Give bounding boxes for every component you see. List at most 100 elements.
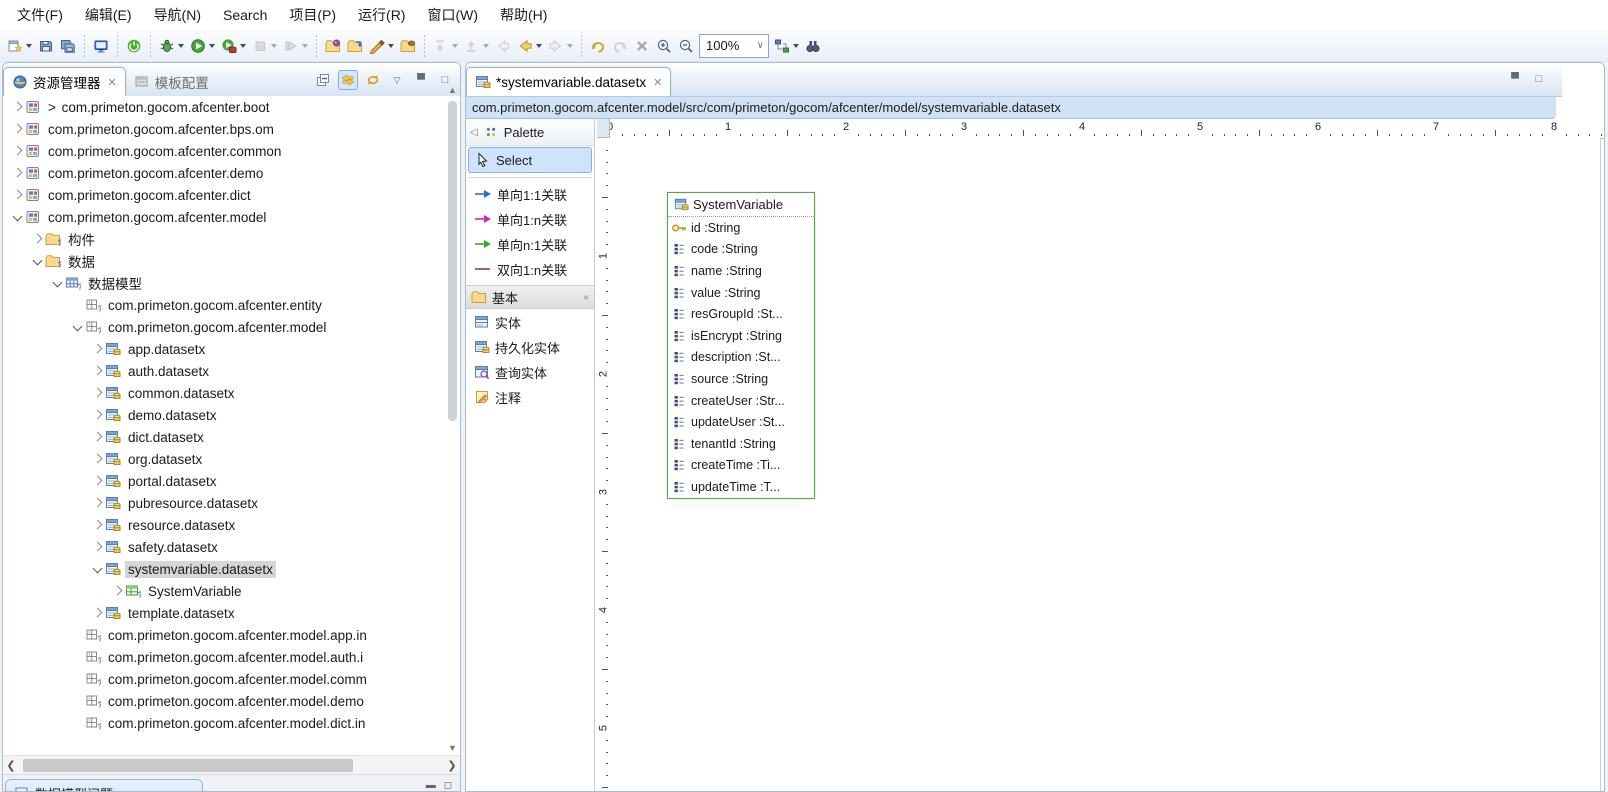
palette-tool-relation-4[interactable]: 双向1:n关联 xyxy=(468,257,592,281)
palette-tool-relation-2[interactable]: 单向1:n关联 xyxy=(468,207,592,231)
tree-item-dict-datasetx[interactable]: dict.datasetx xyxy=(3,426,460,448)
chevron-right-icon[interactable] xyxy=(89,363,105,379)
tree-item-app-datasetx[interactable]: app.datasetx xyxy=(3,338,460,360)
chevron-down-icon[interactable] xyxy=(9,209,25,225)
zoom-out-button[interactable] xyxy=(676,34,696,58)
menu-item-4[interactable]: Search xyxy=(212,3,278,27)
tree-item-resource-datasetx[interactable]: resource.datasetx xyxy=(3,514,460,536)
chevron-right-icon[interactable] xyxy=(109,583,125,599)
zoom-in-button[interactable] xyxy=(654,34,674,58)
chevron-right-icon[interactable] xyxy=(89,451,105,467)
scroll-right-icon[interactable]: ❯ xyxy=(444,759,460,772)
open-resource-folder-button[interactable] xyxy=(323,34,343,58)
palette-tool-query-entity[interactable]: 查询实体 xyxy=(468,360,592,384)
editor-minimize-button[interactable]: ▀ xyxy=(1506,70,1524,88)
palette-tool-relation-3[interactable]: 单向n:1关联 xyxy=(468,232,592,256)
close-icon[interactable]: ✕ xyxy=(653,76,662,89)
entity-title-row[interactable]: SystemVariable xyxy=(668,193,814,217)
export-folder-button[interactable] xyxy=(398,34,418,58)
menu-item-7[interactable]: 窗口(W) xyxy=(416,1,489,29)
tree-item--[interactable]: ?数据 xyxy=(3,250,460,272)
palette-header[interactable]: ◁ Palette xyxy=(466,119,594,146)
resource-tree[interactable]: > com.primeton.gocom.afcenter.bootcom.pr… xyxy=(3,96,460,756)
dropdown-caret-icon[interactable] xyxy=(209,44,215,48)
delete-button[interactable] xyxy=(632,34,652,58)
tree-item--[interactable]: ?数据模型 xyxy=(3,272,460,294)
palette-collapse-icon[interactable]: ◁ xyxy=(470,127,478,138)
palette-tool-select[interactable]: Select xyxy=(468,147,592,173)
tree-item-com-primeton-gocom-afcenter-common[interactable]: com.primeton.gocom.afcenter.common xyxy=(3,140,460,162)
tree-item-org-datasetx[interactable]: org.datasetx xyxy=(3,448,460,470)
entity-field-source[interactable]: source :String xyxy=(668,368,814,390)
tree-item-systemvariable-datasetx[interactable]: systemvariable.datasetx xyxy=(3,558,460,580)
tree-item-auth-datasetx[interactable]: auth.datasetx xyxy=(3,360,460,382)
dropdown-caret-icon[interactable] xyxy=(388,44,394,48)
bottom-panel-tab[interactable]: 数据模型问题 xyxy=(5,779,203,791)
view-menu-button[interactable]: ▽ xyxy=(388,71,406,89)
pin-icon[interactable]: « xyxy=(583,292,589,303)
run-profile-button[interactable] xyxy=(219,34,248,58)
chevron-right-icon[interactable] xyxy=(9,187,25,203)
entity-field-createUser[interactable]: createUser :Str... xyxy=(668,390,814,412)
tree-vertical-scrollbar[interactable]: ▲ ▼ xyxy=(446,97,459,755)
chevron-right-icon[interactable] xyxy=(89,341,105,357)
link-with-editor-button[interactable] xyxy=(338,70,358,90)
chevron-down-icon[interactable] xyxy=(89,561,105,577)
chevron-right-icon[interactable] xyxy=(29,231,45,247)
dropdown-caret-icon[interactable] xyxy=(240,44,246,48)
entity-systemvariable[interactable]: SystemVariable id :Stringcode :Stringnam… xyxy=(667,192,815,499)
entity-field-resGroupId[interactable]: resGroupId :St... xyxy=(668,303,814,325)
chevron-right-icon[interactable] xyxy=(89,605,105,621)
tree-item-com-primeton-gocom-afcenter-entity[interactable]: ?com.primeton.gocom.afcenter.entity xyxy=(3,294,460,316)
menu-item-3[interactable]: 导航(N) xyxy=(143,1,212,29)
tree-item-com-primeton-gocom-afcenter-model-comm[interactable]: ?com.primeton.gocom.afcenter.model.comm xyxy=(3,668,460,690)
dropdown-caret-icon[interactable] xyxy=(271,44,277,48)
editor-tab-systemvariable[interactable]: *systemvariable.datasetx✕ xyxy=(466,67,671,96)
minimize-button[interactable]: ▀ xyxy=(412,71,430,89)
dropdown-caret-icon[interactable] xyxy=(302,44,308,48)
back-arrow-button[interactable] xyxy=(515,34,544,58)
tree-item-com-primeton-gocom-afcenter-dict[interactable]: com.primeton.gocom.afcenter.dict xyxy=(3,184,460,206)
chevron-right-icon[interactable] xyxy=(9,143,25,159)
palette-tool-note[interactable]: 注释 xyxy=(468,385,592,409)
zoom-level-select[interactable]: 100%∨ xyxy=(699,34,769,58)
entity-field-isEncrypt[interactable]: isEncrypt :String xyxy=(668,325,814,347)
debug-button[interactable] xyxy=(157,34,186,58)
run-button[interactable] xyxy=(188,34,217,58)
tree-item--[interactable]: ?构件 xyxy=(3,228,460,250)
tree-vscroll-thumb[interactable] xyxy=(448,101,457,421)
chevron-right-icon[interactable] xyxy=(89,407,105,423)
tree-item-com-primeton-gocom-afcenter-bps-om[interactable]: com.primeton.gocom.afcenter.bps.om xyxy=(3,118,460,140)
dropdown-caret-icon[interactable] xyxy=(567,44,573,48)
view-tab-template-config[interactable]: 模板配置 xyxy=(126,68,217,96)
save-button[interactable] xyxy=(36,34,56,58)
tree-horizontal-scrollbar[interactable]: ❮ ❯ xyxy=(3,755,460,775)
chevron-right-icon[interactable] xyxy=(89,429,105,445)
tree-item-com-primeton-gocom-afcenter-boot[interactable]: > com.primeton.gocom.afcenter.boot xyxy=(3,96,460,118)
bottom-maximize-icon[interactable]: ◻ xyxy=(444,780,452,791)
entity-field-id[interactable]: id :String xyxy=(668,217,814,239)
scroll-left-icon[interactable]: ❮ xyxy=(3,759,19,772)
collapse-all-button[interactable] xyxy=(314,71,332,89)
chevron-right-icon[interactable] xyxy=(9,99,25,115)
tree-item-com-primeton-gocom-afcenter-model-app-in[interactable]: ?com.primeton.gocom.afcenter.model.app.i… xyxy=(3,624,460,646)
tree-item-com-primeton-gocom-afcenter-model-auth-i[interactable]: ?com.primeton.gocom.afcenter.model.auth.… xyxy=(3,646,460,668)
tree-item-common-datasetx[interactable]: common.datasetx xyxy=(3,382,460,404)
menu-item-8[interactable]: 帮助(H) xyxy=(489,1,558,29)
scroll-up-icon[interactable]: ▲ xyxy=(446,85,459,95)
entity-field-description[interactable]: description :St... xyxy=(668,347,814,369)
dropdown-caret-icon[interactable] xyxy=(793,44,799,48)
entity-field-updateUser[interactable]: updateUser :St... xyxy=(668,411,814,433)
palette-tool-entity[interactable]: 实体 xyxy=(468,310,592,334)
entity-field-tenantId[interactable]: tenantId :String xyxy=(668,433,814,455)
tree-item-com-primeton-gocom-afcenter-model[interactable]: ?com.primeton.gocom.afcenter.model xyxy=(3,316,460,338)
dropdown-caret-icon[interactable] xyxy=(452,44,458,48)
spring-boot-button[interactable] xyxy=(124,34,144,58)
undo-button[interactable] xyxy=(588,34,608,58)
tree-item-com-primeton-gocom-afcenter-model-demo[interactable]: ?com.primeton.gocom.afcenter.model.demo xyxy=(3,690,460,712)
tree-item-safety-datasetx[interactable]: safety.datasetx xyxy=(3,536,460,558)
editor-maximize-button[interactable]: □ xyxy=(1530,70,1548,88)
tree-item-template-datasetx[interactable]: template.datasetx xyxy=(3,602,460,624)
dropdown-caret-icon[interactable] xyxy=(26,44,32,48)
entity-field-updateTime[interactable]: updateTime :T... xyxy=(668,476,814,498)
